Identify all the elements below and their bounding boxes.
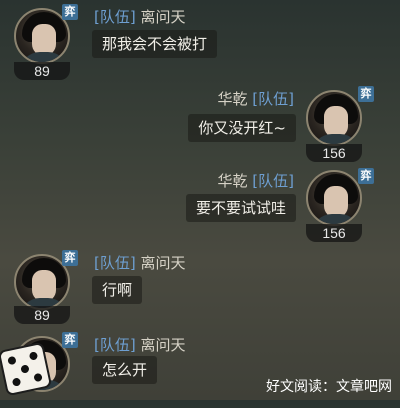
avatar[interactable]: [306, 170, 362, 226]
team-tag: [队伍]: [94, 336, 136, 354]
sender-name: [队伍] 离问天: [94, 334, 186, 355]
dice-icon[interactable]: [0, 344, 50, 394]
clan-badge: 弈: [358, 86, 374, 102]
clan-badge: 弈: [358, 168, 374, 184]
sender-name-text: 离问天: [140, 336, 186, 354]
team-tag: [队伍]: [94, 8, 136, 26]
chat-message: 156 弈 华乾 [队伍] 你又没开红~: [0, 82, 400, 162]
sender-name: 华乾 [队伍]: [217, 88, 294, 109]
level-label: 156: [306, 224, 362, 242]
level-label: 89: [14, 62, 70, 80]
message-bubble: 要不要试试哇: [185, 194, 296, 222]
level-label: 156: [306, 144, 362, 162]
clan-badge: 弈: [62, 4, 78, 20]
clan-badge: 弈: [62, 332, 78, 348]
sender-name: [队伍] 离问天: [94, 252, 186, 273]
sender-name-text: 离问天: [140, 8, 186, 26]
sender-name: [队伍] 离问天: [94, 6, 186, 27]
watermark: 好文阅读：文章吧网: [266, 379, 392, 395]
level-label: 89: [14, 306, 70, 324]
message-bubble: 行啊: [92, 276, 143, 304]
chat-message: 弈 [队伍] 离问天 怎么开: [0, 328, 400, 408]
message-bubble: 怎么开: [92, 356, 158, 384]
clan-badge: 弈: [62, 250, 78, 266]
sender-name-text: 华乾: [217, 90, 248, 108]
message-bubble: 你又没开红~: [188, 114, 296, 142]
sender-name-text: 华乾: [217, 172, 248, 190]
team-tag: [队伍]: [252, 90, 294, 108]
sender-name: 华乾 [队伍]: [217, 170, 294, 191]
team-tag: [队伍]: [252, 172, 294, 190]
chat-message: 89 弈 [队伍] 离问天 行啊: [0, 246, 400, 326]
sender-name-text: 离问天: [140, 254, 186, 272]
message-bubble: 那我会不会被打: [92, 30, 218, 58]
team-tag: [队伍]: [94, 254, 136, 272]
chat-message: 89 弈 [队伍] 离问天 那我会不会被打: [0, 0, 400, 80]
chat-message: 156 弈 华乾 [队伍] 要不要试试哇: [0, 164, 400, 244]
avatar[interactable]: [306, 90, 362, 146]
